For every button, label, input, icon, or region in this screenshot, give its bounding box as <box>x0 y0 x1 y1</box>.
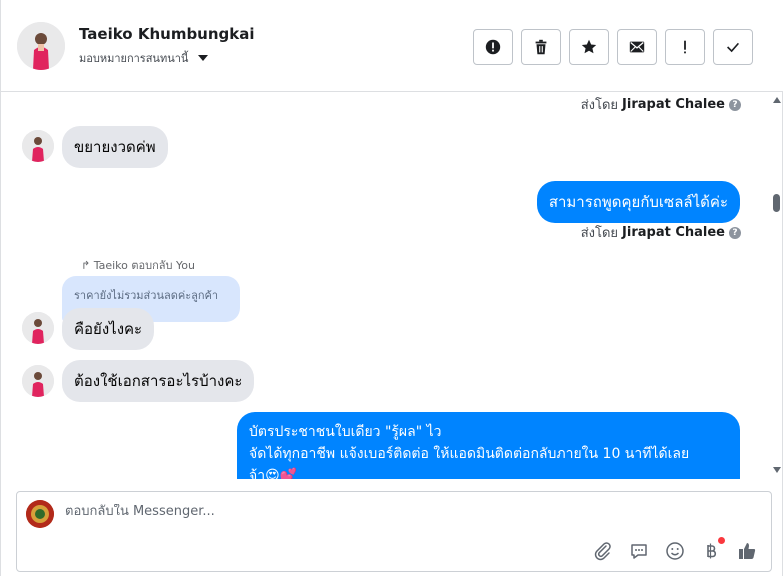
reply-composer <box>16 491 772 572</box>
incoming-message[interactable]: ต้องใช้เอกสารอะไรบ้างคะ <box>62 360 255 402</box>
sent-by-name: Jirapat Chalee <box>622 225 725 240</box>
envelope-icon <box>629 41 645 53</box>
baht-icon <box>707 543 717 559</box>
reply-input[interactable] <box>65 504 565 519</box>
message-line: จ้า😍💕 <box>249 468 298 479</box>
assign-conversation-dropdown[interactable]: มอบหมายการสนทนานี้ <box>79 49 209 67</box>
attach-button[interactable] <box>591 539 615 563</box>
contact-name[interactable]: Taeiko Khumbungkai <box>79 25 255 43</box>
saved-replies-button[interactable] <box>627 539 651 563</box>
conversation-panel: Taeiko Khumbungkai มอบหมายการสนทนานี้ ส่… <box>0 0 783 576</box>
exclamation-icon <box>684 40 686 54</box>
sent-by-label: ส่งโดย Jirapat Chalee ? <box>581 94 741 115</box>
thumbs-up-icon <box>739 543 756 559</box>
incoming-message[interactable]: คือยังไงคะ <box>62 308 155 350</box>
reply-label: Taeiko ตอบกลับ You <box>93 259 195 272</box>
assign-label: มอบหมายการสนทนานี้ <box>79 52 189 65</box>
mark-unread-button[interactable] <box>617 29 657 65</box>
check-icon <box>727 42 740 53</box>
follow-up-button[interactable] <box>665 29 705 65</box>
page-avatar <box>26 500 54 528</box>
help-icon[interactable]: ? <box>729 98 741 111</box>
smiley-icon <box>666 542 684 560</box>
scrollbar-thumb[interactable] <box>773 194 780 212</box>
contact-avatar-small <box>22 312 54 344</box>
chevron-down-icon <box>198 55 209 61</box>
conversation-header: Taeiko Khumbungkai มอบหมายการสนทนานี้ <box>1 0 783 92</box>
message-line: จัดได้ทุกอาชีพ แจ้งเบอร์ติดต่อ ให้แอดมิน… <box>249 446 690 462</box>
contact-avatar-small <box>22 365 54 397</box>
outgoing-message[interactable]: สามารถพูดคุยกับเซลล์ได้ค่ะ <box>536 181 740 223</box>
star-button[interactable] <box>569 29 609 65</box>
emoji-button[interactable] <box>663 539 687 563</box>
header-actions <box>473 29 753 65</box>
spam-button[interactable] <box>473 29 513 65</box>
paperclip-icon <box>594 542 611 561</box>
trash-icon <box>535 39 547 55</box>
done-button[interactable] <box>713 29 753 65</box>
like-button[interactable] <box>735 539 759 563</box>
contact-avatar-small <box>22 130 54 162</box>
chat-bubble-icon <box>631 544 647 559</box>
message-scrollbar[interactable] <box>771 92 783 479</box>
sent-by-prefix: ส่งโดย <box>580 98 619 113</box>
scroll-down-icon[interactable] <box>773 467 781 473</box>
sent-by-label: ส่งโดย Jirapat Chalee ? <box>581 222 741 243</box>
message-list[interactable]: ส่งโดย Jirapat Chalee ? ขยายงวดค่พ สามาร… <box>1 92 771 479</box>
reply-arrow-icon: ↱ <box>81 259 91 272</box>
message-line: บัตรประชาชนใบเดียว "รู้ผล" ไว <box>249 424 442 440</box>
delete-button[interactable] <box>521 29 561 65</box>
outgoing-message[interactable]: บัตรประชาชนใบเดียว "รู้ผล" ไว จัดได้ทุกอ… <box>237 412 740 479</box>
sent-by-prefix: ส่งโดย <box>580 226 619 241</box>
star-icon <box>581 39 597 54</box>
contact-avatar[interactable] <box>17 22 65 70</box>
exclamation-circle-icon <box>485 39 501 55</box>
scroll-up-icon[interactable] <box>773 97 781 103</box>
composer-tools <box>591 537 759 563</box>
incoming-message[interactable]: ขยายงวดค่พ <box>62 126 168 168</box>
sent-by-name: Jirapat Chalee <box>622 97 725 112</box>
help-icon[interactable]: ? <box>729 226 741 239</box>
reply-indicator: ↱ Taeiko ตอบกลับ You <box>81 256 195 274</box>
notification-dot <box>718 537 725 544</box>
payment-button[interactable] <box>699 537 725 563</box>
